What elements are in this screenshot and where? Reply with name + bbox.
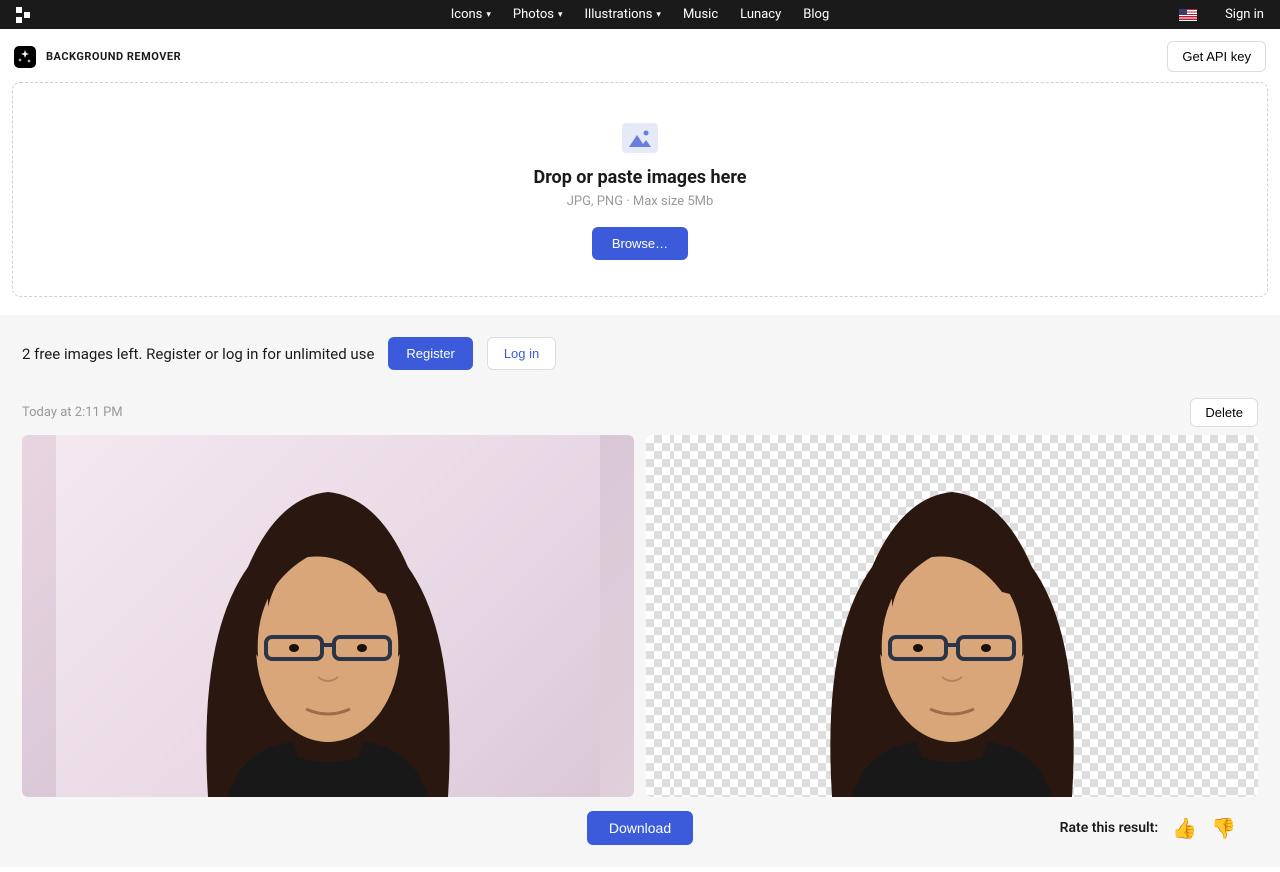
- chevron-down-icon: ▾: [558, 10, 563, 20]
- nav-right: Sign in: [1179, 7, 1264, 22]
- subheader-left: BACKGROUND REMOVER: [14, 46, 181, 68]
- chevron-down-icon: ▾: [656, 10, 661, 20]
- delete-button[interactable]: Delete: [1190, 398, 1258, 427]
- nav-photos[interactable]: Photos▾: [513, 7, 563, 22]
- thumbs-down-icon[interactable]: 👎: [1211, 816, 1236, 840]
- language-flag-icon[interactable]: [1179, 9, 1197, 21]
- top-nav: Icons▾ Photos▾ Illustrations▾ Music Luna…: [0, 0, 1280, 29]
- nav-music[interactable]: Music: [683, 7, 718, 22]
- thumbs-up-icon[interactable]: 👍: [1172, 816, 1197, 840]
- person-processed-icon: [772, 437, 1132, 797]
- chevron-down-icon: ▾: [486, 10, 491, 20]
- result-footer: Download Rate this result: 👍 👎: [22, 811, 1258, 845]
- download-button[interactable]: Download: [587, 811, 693, 845]
- app-title: BACKGROUND REMOVER: [46, 50, 181, 63]
- login-button[interactable]: Log in: [487, 337, 556, 370]
- get-api-key-button[interactable]: Get API key: [1167, 41, 1266, 72]
- dropzone[interactable]: Drop or paste images here JPG, PNG · Max…: [12, 82, 1268, 297]
- free-images-text: 2 free images left. Register or log in f…: [22, 345, 374, 363]
- rate-label: Rate this result:: [1060, 820, 1159, 836]
- original-image: [22, 435, 634, 797]
- processed-image: [646, 435, 1258, 797]
- rate-section: Rate this result: 👍 👎: [1060, 816, 1236, 840]
- signin-link[interactable]: Sign in: [1225, 7, 1264, 22]
- dropzone-title: Drop or paste images here: [534, 167, 747, 188]
- app-icon: [14, 46, 36, 68]
- result-header: Today at 2:11 PM Delete: [22, 398, 1258, 427]
- nav-lunacy[interactable]: Lunacy: [740, 7, 781, 22]
- result-timestamp: Today at 2:11 PM: [22, 405, 123, 420]
- dropzone-subtitle: JPG, PNG · Max size 5Mb: [567, 194, 714, 209]
- brand-logo-icon[interactable]: [16, 7, 32, 23]
- image-upload-icon: [622, 123, 658, 153]
- logo-area: [16, 7, 32, 23]
- nav-links: Icons▾ Photos▾ Illustrations▾ Music Luna…: [451, 7, 830, 22]
- results-section: 2 free images left. Register or log in f…: [0, 315, 1280, 867]
- browse-button[interactable]: Browse…: [592, 227, 688, 260]
- nav-icons[interactable]: Icons▾: [451, 7, 491, 22]
- nav-blog[interactable]: Blog: [803, 7, 829, 22]
- free-images-bar: 2 free images left. Register or log in f…: [22, 337, 1258, 370]
- subheader: BACKGROUND REMOVER Get API key: [0, 29, 1280, 82]
- images-row: [22, 435, 1258, 797]
- person-original-icon: [148, 437, 508, 797]
- nav-illustrations[interactable]: Illustrations▾: [584, 7, 660, 22]
- dropzone-section: Drop or paste images here JPG, PNG · Max…: [0, 82, 1280, 315]
- register-button[interactable]: Register: [388, 337, 472, 370]
